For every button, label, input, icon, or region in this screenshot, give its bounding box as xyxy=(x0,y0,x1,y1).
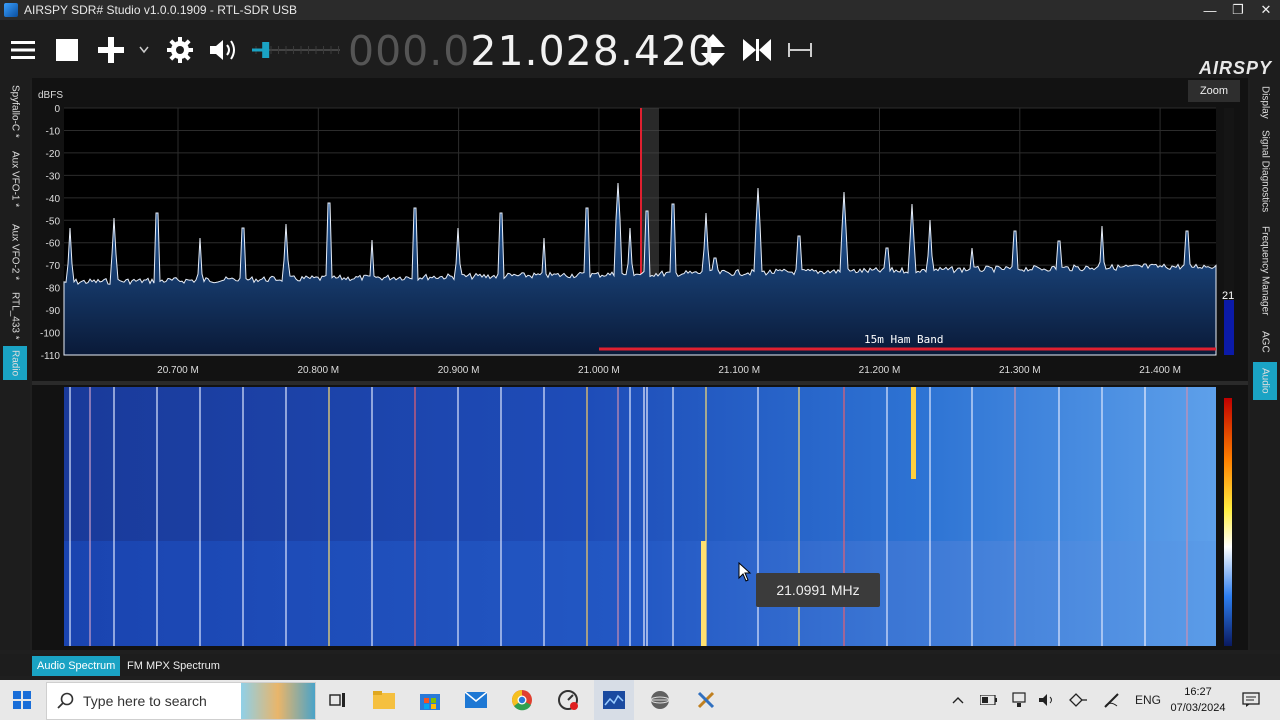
x-tick-label: 21.100 M xyxy=(718,365,760,376)
spectrum-waterfall-canvas[interactable]: dBFS 0 -10 -20 -30 -40 -50 -60 -70 -80 -90 -100 -11… xyxy=(32,78,1248,650)
y-tick-label: -50 xyxy=(46,216,61,227)
windows-start-icon[interactable] xyxy=(0,680,44,720)
x-tick-label: 21.200 M xyxy=(859,365,901,376)
tab-agc[interactable]: AGC xyxy=(1253,326,1277,358)
bottom-tabs: Audio Spectrum FM MPX Spectrum xyxy=(0,654,1280,676)
waterfall-top xyxy=(64,387,1216,541)
app-icon-globe[interactable] xyxy=(640,680,680,720)
spectrum-panel: dBFS 0 -10 -20 -30 -40 -50 -60 -70 -80 -90 -100 -11… xyxy=(32,78,1248,650)
x-tick-label: 20.900 M xyxy=(438,365,480,376)
waterfall-hot-signal xyxy=(911,387,916,479)
x-tick-label: 21.300 M xyxy=(999,365,1041,376)
tray-chevron-up-icon[interactable] xyxy=(948,680,968,720)
sdrsharp-taskbar-icon[interactable] xyxy=(594,680,634,720)
x-tick-label: 20.800 M xyxy=(297,365,339,376)
y-axis-unit: dBFS xyxy=(38,90,63,101)
y-tick-label: -60 xyxy=(46,239,61,250)
clock-date: 07/03/2024 xyxy=(1170,702,1226,714)
battery-icon[interactable] xyxy=(978,680,1000,720)
tab-spyfallo[interactable]: Spyfallo-C * xyxy=(3,82,27,140)
tab-radio[interactable]: Radio xyxy=(3,346,27,380)
band-label: 15m Ham Band xyxy=(864,333,943,346)
x-tick-label: 21.000 M xyxy=(578,365,620,376)
maximize-button[interactable]: ❐ xyxy=(1224,0,1252,20)
y-tick-label: -80 xyxy=(46,284,61,295)
pen-icon[interactable] xyxy=(1100,680,1124,720)
app-icon-recorder[interactable] xyxy=(548,680,588,720)
tab-fm-mpx-spectrum[interactable]: FM MPX Spectrum xyxy=(122,656,225,676)
add-icon[interactable] xyxy=(96,20,126,80)
x-tick-label: 21.400 M xyxy=(1139,365,1181,376)
file-explorer-icon[interactable] xyxy=(364,680,404,720)
sync-icon[interactable] xyxy=(1066,680,1090,720)
frequency-display[interactable]: 000.0 21.028.420 xyxy=(348,23,715,79)
level-value: 21 xyxy=(1222,290,1235,302)
splitter[interactable] xyxy=(32,381,1248,385)
volume-icon[interactable] xyxy=(206,20,242,80)
left-panel-tabs: Spyfallo-C * Aux VFO-1 * Aux VFO-2 * RTL… xyxy=(0,80,30,650)
waterfall-hot-signal xyxy=(701,541,706,646)
taskbar: Type here to search ENG 16:27 07/03/2024 xyxy=(0,680,1280,720)
y-tick-label: -20 xyxy=(46,149,61,160)
tab-frequency-manager[interactable]: Frequency Manager xyxy=(1253,220,1277,322)
y-tick-label: -10 xyxy=(46,126,61,137)
tab-display[interactable]: Display xyxy=(1253,80,1277,124)
search-placeholder: Type here to search xyxy=(83,693,207,709)
volume-slider[interactable] xyxy=(248,20,344,80)
close-button[interactable]: ✕ xyxy=(1252,0,1280,20)
airspy-logo: AIRSPY xyxy=(1198,58,1272,78)
frequency-digits: 21.028.420 xyxy=(470,27,716,75)
frequency-tooltip: 21.0991 MHz xyxy=(756,573,880,607)
window-controls: — ❐ ✕ xyxy=(1196,0,1280,20)
y-tick-label: 0 xyxy=(54,104,60,115)
level-meter-fill xyxy=(1224,300,1234,355)
network-icon[interactable] xyxy=(1008,680,1030,720)
y-tick-label: -100 xyxy=(40,329,60,340)
taskbar-clock[interactable]: 16:27 07/03/2024 xyxy=(1168,684,1228,716)
tab-aux-vfo-1[interactable]: Aux VFO-1 * xyxy=(3,144,27,214)
tab-signal-diagnostics[interactable]: Signal Diagnostics xyxy=(1253,126,1277,216)
x-tick-label: 20.700 M xyxy=(157,365,199,376)
y-tick-label: -90 xyxy=(46,306,61,317)
tab-audio-spectrum[interactable]: Audio Spectrum xyxy=(32,656,121,676)
minimize-button[interactable]: — xyxy=(1196,0,1224,20)
clock-time: 16:27 xyxy=(1184,686,1212,698)
app-icon xyxy=(4,3,18,17)
menu-icon[interactable] xyxy=(8,20,38,80)
chevron-down-icon[interactable] xyxy=(136,20,152,80)
title-bar: AIRSPY SDR# Studio v1.0.0.1909 - RTL-SDR… xyxy=(0,0,1280,20)
span-icon[interactable] xyxy=(784,20,816,80)
search-icon xyxy=(57,692,74,709)
mouse-cursor-icon xyxy=(738,562,752,582)
store-icon[interactable] xyxy=(410,680,450,720)
notification-icon[interactable] xyxy=(1236,680,1266,720)
language-indicator[interactable]: ENG xyxy=(1130,680,1166,720)
gear-icon[interactable] xyxy=(164,20,196,80)
waterfall-bottom xyxy=(64,541,1216,646)
frequency-leading-digits: 000.0 xyxy=(348,27,471,75)
speaker-icon[interactable] xyxy=(1036,680,1058,720)
tab-audio[interactable]: Audio xyxy=(1253,362,1277,400)
window-title: AIRSPY SDR# Studio v1.0.0.1909 - RTL-SDR… xyxy=(24,3,298,17)
tab-aux-vfo-2[interactable]: Aux VFO-2 * xyxy=(3,218,27,286)
stop-icon[interactable] xyxy=(52,20,82,80)
y-tick-label: -40 xyxy=(46,194,61,205)
y-tick-label: -30 xyxy=(46,171,61,182)
tab-rtl-433[interactable]: RTL_433 * xyxy=(3,290,27,342)
y-tick-label: -110 xyxy=(41,351,61,362)
skip-icon[interactable] xyxy=(738,20,776,80)
waterfall-color-bar xyxy=(1224,398,1232,646)
mail-icon[interactable] xyxy=(456,680,496,720)
task-view-icon[interactable] xyxy=(318,680,358,720)
zoom-button[interactable]: Zoom xyxy=(1188,80,1240,102)
right-panel-tabs: Display Signal Diagnostics Frequency Man… xyxy=(1250,80,1280,650)
taskbar-search[interactable]: Type here to search xyxy=(46,682,316,720)
chrome-icon[interactable] xyxy=(502,680,542,720)
y-tick-label: -70 xyxy=(46,261,61,272)
app-icon-tools[interactable] xyxy=(686,680,726,720)
search-highlight-image xyxy=(241,683,315,719)
